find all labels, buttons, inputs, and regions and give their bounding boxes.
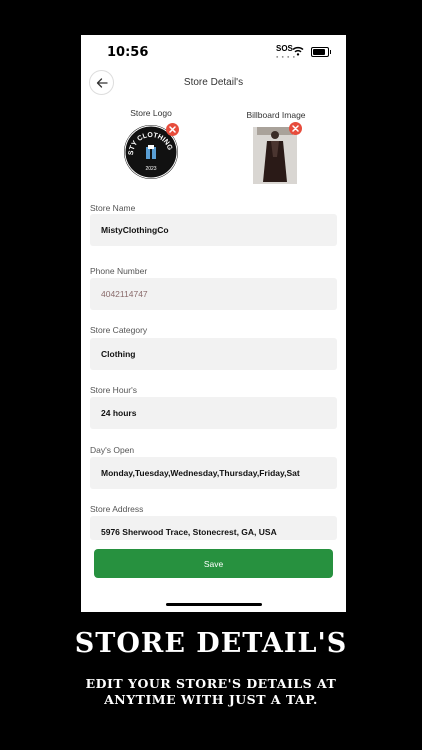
- store-hours-label: Store Hour's: [90, 385, 137, 395]
- home-indicator[interactable]: [166, 603, 262, 606]
- billboard-photo: [253, 127, 297, 184]
- close-icon: [292, 125, 299, 132]
- days-open-field[interactable]: Monday,Tuesday,Wednesday,Thursday,Friday…: [90, 457, 337, 489]
- store-address-field[interactable]: 5976 Sherwood Trace, Stonecrest, GA, USA: [90, 516, 337, 540]
- days-open-label: Day's Open: [90, 445, 135, 455]
- phone-number-field[interactable]: 4042114747: [90, 278, 337, 310]
- close-icon: [169, 126, 176, 133]
- promo-title: STORE DETAIL'S: [74, 628, 348, 659]
- page-title: Store Detail's: [183, 77, 244, 88]
- wifi-icon: [292, 46, 304, 56]
- status-bar: 10:56 SOS ● ● ● ●: [81, 35, 346, 69]
- save-button[interactable]: Save: [94, 549, 333, 578]
- store-category-label: Store Category: [90, 325, 148, 335]
- billboard-image[interactable]: [253, 127, 297, 184]
- store-name-field[interactable]: MistyClothingCo: [90, 214, 337, 246]
- status-time: 10:56: [107, 45, 149, 60]
- svg-text:2023: 2023: [145, 166, 156, 172]
- phone-screen: 10:56 SOS ● ● ● ● Store Detail's Store L…: [81, 35, 346, 612]
- promo-subtitle-line-1: EDIT YOUR STORE'S DETAILS AT: [85, 676, 337, 691]
- promo-subtitle: EDIT YOUR STORE'S DETAILS AT ANYTIME WIT…: [0, 676, 422, 708]
- remove-billboard-button[interactable]: [289, 122, 302, 135]
- phone-number-label: Phone Number: [90, 266, 148, 276]
- store-address-label: Store Address: [90, 504, 144, 514]
- remove-logo-button[interactable]: [166, 123, 179, 136]
- store-category-field[interactable]: Clothing: [90, 338, 337, 370]
- store-logo-label: Store Logo: [130, 108, 172, 118]
- store-name-label: Store Name: [90, 203, 136, 213]
- battery-icon: [311, 47, 331, 57]
- sos-indicator: SOS: [276, 44, 293, 53]
- store-hours-field[interactable]: 24 hours: [90, 397, 337, 429]
- promo-subtitle-line-2: ANYTIME WITH JUST A TAP.: [104, 692, 318, 707]
- billboard-image-label: Billboard Image: [246, 110, 306, 120]
